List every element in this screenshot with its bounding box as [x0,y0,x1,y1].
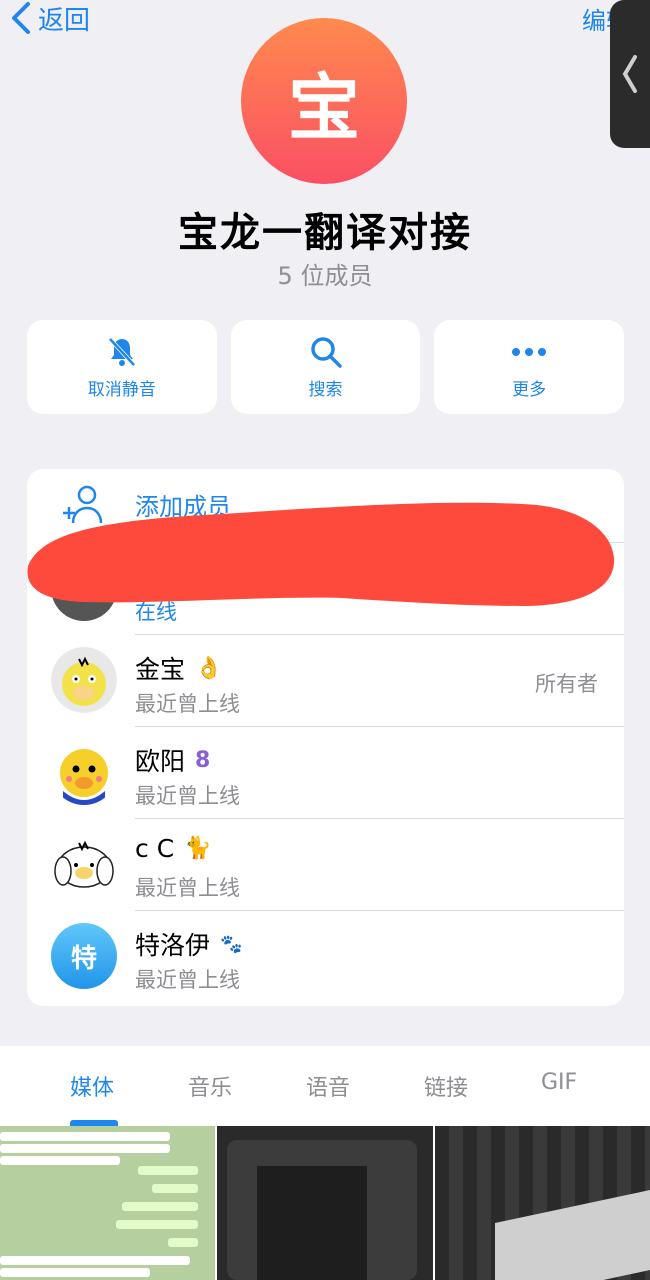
back-label: 返回 [38,5,91,36]
member-count: 5 位成员 [277,262,373,290]
paw-prints-icon: 🐾 [220,933,243,955]
more-button[interactable]: 更多 [434,320,625,414]
search-icon [310,336,342,368]
member-row[interactable]: 金宝 👌 最近曾上线 所有者 [27,634,624,726]
member-status: 最近曾上线 [135,876,240,900]
member-name-text: 金宝 [135,655,186,684]
member-name-text: 特洛伊 [135,931,211,960]
search-button[interactable]: 搜索 [230,320,421,414]
media-thumbnail[interactable] [434,1126,650,1280]
tab-gif[interactable]: GIF [541,1070,577,1095]
tab-links[interactable]: 链接 [424,1070,468,1102]
member-row[interactable]: 特 特洛伊 🐾 最近曾上线 [27,910,624,1002]
member-name-text: 欧阳 [135,747,186,776]
member-status: 最近曾上线 [135,968,240,992]
search-label: 搜索 [308,379,343,400]
cat-icon: 🐈 [184,836,212,861]
avatar [51,647,117,713]
more-dots-icon [512,347,547,356]
tab-media[interactable]: 媒体 [70,1070,114,1102]
avatar [51,739,117,805]
shared-media-tabs: 媒体 音乐 语音 链接 GIF [0,1046,650,1126]
media-thumbnail[interactable] [0,1126,216,1280]
back-button[interactable]: 返回 [10,0,90,36]
edit-button[interactable]: 编辑 [582,0,612,36]
member-status: 最近曾上线 [135,784,240,808]
member-name: 特洛伊 🐾 [135,926,242,962]
side-panel-handle[interactable] [610,0,650,148]
number-eight-icon: 8 [195,747,211,773]
chevron-left-icon [622,55,637,93]
unmute-button[interactable]: 取消静音 [27,320,217,414]
group-avatar[interactable]: 宝 [241,18,407,184]
member-name: c C 🐈 [135,834,212,863]
avatar: 特 [51,923,117,989]
group-title: 宝龙一翻译对接 [178,210,472,256]
chevron-left-icon [12,2,30,34]
member-row[interactable]: c C 🐈 最近曾上线 [27,818,624,910]
action-bar: 取消静音 搜索 更多 [27,320,625,414]
media-grid [0,1126,650,1280]
avatar-initial: 特 [70,943,97,974]
duck-avatar-icon [51,647,117,713]
duck-avatar-icon [51,739,117,805]
member-name: 金宝 👌 [135,650,222,686]
redaction-mark [27,502,615,606]
group-avatar-char: 宝 [287,65,360,150]
member-status: 最近曾上线 [135,692,240,716]
member-row[interactable]: 欧阳 8 最近曾上线 [27,726,624,818]
member-name-text: c C [135,834,175,863]
media-thumbnail[interactable] [217,1126,433,1280]
owner-badge: 所有者 [535,672,598,696]
bell-slash-icon [108,337,136,366]
ok-hand-icon: 👌 [195,655,223,681]
unmute-label: 取消静音 [87,379,156,400]
tab-music[interactable]: 音乐 [188,1070,232,1102]
tab-voice[interactable]: 语音 [306,1070,350,1102]
dog-avatar-icon [51,831,117,897]
avatar [51,831,117,897]
member-name: 欧阳 8 [135,742,210,778]
more-label: 更多 [512,379,547,400]
